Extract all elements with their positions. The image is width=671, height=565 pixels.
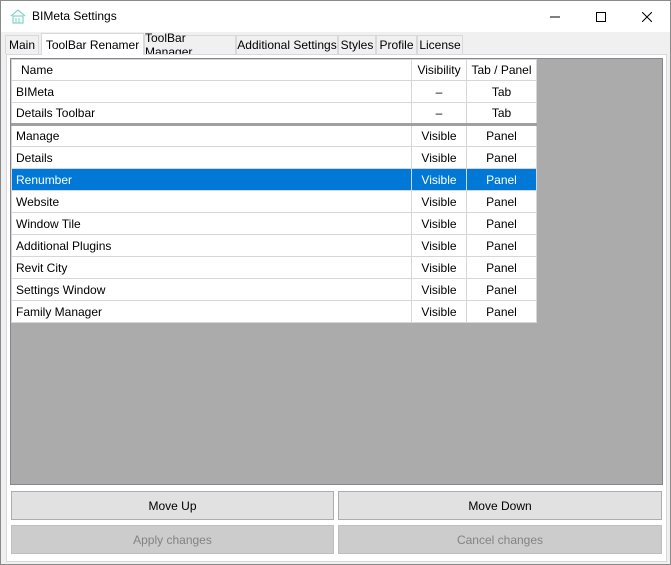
- tab-profile[interactable]: Profile: [376, 35, 417, 54]
- table-row[interactable]: Revit City Visible Panel: [11, 256, 537, 279]
- table-row[interactable]: Family Manager Visible Panel: [11, 300, 537, 323]
- row-visibility[interactable]: Visible: [411, 168, 467, 191]
- row-tab-panel[interactable]: Panel: [466, 256, 537, 279]
- close-button[interactable]: [624, 1, 670, 32]
- row-tab-panel[interactable]: Panel: [466, 300, 537, 323]
- toolbar-table: Name Visibility Tab / Panel BIMeta – Tab…: [11, 59, 537, 323]
- row-name[interactable]: Settings Window: [11, 278, 412, 301]
- settings-window: BIMeta Settings Main ToolBar Renamer Too…: [0, 0, 671, 565]
- close-icon: [642, 11, 652, 22]
- minimize-icon: [550, 16, 560, 17]
- window-title: BIMeta Settings: [32, 9, 117, 23]
- row-tab-panel[interactable]: Panel: [466, 146, 537, 169]
- row-name[interactable]: Window Tile: [11, 212, 412, 235]
- table-row[interactable]: Details Visible Panel: [11, 146, 537, 169]
- toolbar-renamer-page: Name Visibility Tab / Panel BIMeta – Tab…: [6, 54, 667, 562]
- column-header-name[interactable]: Name: [11, 59, 412, 81]
- toolbar-grid[interactable]: Name Visibility Tab / Panel BIMeta – Tab…: [10, 58, 663, 485]
- row-name[interactable]: Family Manager: [11, 300, 412, 323]
- row-visibility[interactable]: –: [411, 102, 467, 126]
- row-visibility[interactable]: –: [411, 80, 467, 103]
- minimize-button[interactable]: [532, 1, 578, 32]
- house-icon: [10, 9, 26, 24]
- row-name[interactable]: Details Toolbar: [11, 102, 412, 126]
- row-name[interactable]: Revit City: [11, 256, 412, 279]
- apply-changes-button[interactable]: Apply changes: [11, 525, 334, 554]
- row-visibility[interactable]: Visible: [411, 256, 467, 279]
- column-header-visibility[interactable]: Visibility: [411, 59, 467, 81]
- row-tab-panel[interactable]: Panel: [466, 212, 537, 235]
- row-name[interactable]: Additional Plugins: [11, 234, 412, 257]
- row-tab-panel[interactable]: Panel: [466, 234, 537, 257]
- row-name[interactable]: Website: [11, 190, 412, 213]
- table-row-selected[interactable]: Renumber Visible Panel: [11, 168, 537, 191]
- move-up-button[interactable]: Move Up: [11, 491, 334, 520]
- table-row[interactable]: Window Tile Visible Panel: [11, 212, 537, 235]
- row-tab-panel[interactable]: Panel: [466, 124, 537, 147]
- tab-toolbar-manager[interactable]: ToolBar Manager: [144, 31, 236, 59]
- tab-additional-settings[interactable]: Additional Settings: [236, 35, 338, 54]
- row-visibility[interactable]: Visible: [411, 190, 467, 213]
- row-tab-panel[interactable]: Panel: [466, 278, 537, 301]
- row-visibility[interactable]: Visible: [411, 234, 467, 257]
- row-tab-panel[interactable]: Panel: [466, 190, 537, 213]
- cancel-changes-button[interactable]: Cancel changes: [338, 525, 662, 554]
- table-row[interactable]: Additional Plugins Visible Panel: [11, 234, 537, 257]
- table-row[interactable]: Website Visible Panel: [11, 190, 537, 213]
- tab-license[interactable]: License: [417, 35, 463, 54]
- column-header-tab-panel[interactable]: Tab / Panel: [466, 59, 537, 81]
- row-tab-panel[interactable]: Tab: [466, 80, 537, 103]
- title-bar: BIMeta Settings: [1, 1, 670, 32]
- row-visibility[interactable]: Visible: [411, 300, 467, 323]
- row-visibility[interactable]: Visible: [411, 212, 467, 235]
- tab-toolbar-renamer[interactable]: ToolBar Renamer: [41, 33, 144, 55]
- row-name[interactable]: Renumber: [11, 168, 412, 191]
- row-visibility[interactable]: Visible: [411, 124, 467, 147]
- row-tab-panel[interactable]: Panel: [466, 168, 537, 191]
- table-row[interactable]: Details Toolbar – Tab: [11, 102, 537, 126]
- table-row[interactable]: Settings Window Visible Panel: [11, 278, 537, 301]
- tab-main[interactable]: Main: [5, 35, 39, 54]
- tab-strip: Main ToolBar Renamer ToolBar Manager Add…: [5, 31, 665, 59]
- row-tab-panel[interactable]: Tab: [466, 102, 537, 126]
- row-name[interactable]: Manage: [11, 124, 412, 147]
- table-row[interactable]: BIMeta – Tab: [11, 80, 537, 103]
- move-down-button[interactable]: Move Down: [338, 491, 662, 520]
- maximize-icon: [596, 11, 606, 22]
- row-name[interactable]: BIMeta: [11, 80, 412, 103]
- maximize-button[interactable]: [578, 1, 624, 32]
- row-name[interactable]: Details: [11, 146, 412, 169]
- table-header-row: Name Visibility Tab / Panel: [11, 59, 537, 81]
- row-visibility[interactable]: Visible: [411, 146, 467, 169]
- row-visibility[interactable]: Visible: [411, 278, 467, 301]
- table-row[interactable]: Manage Visible Panel: [11, 124, 537, 147]
- tab-styles[interactable]: Styles: [338, 35, 376, 54]
